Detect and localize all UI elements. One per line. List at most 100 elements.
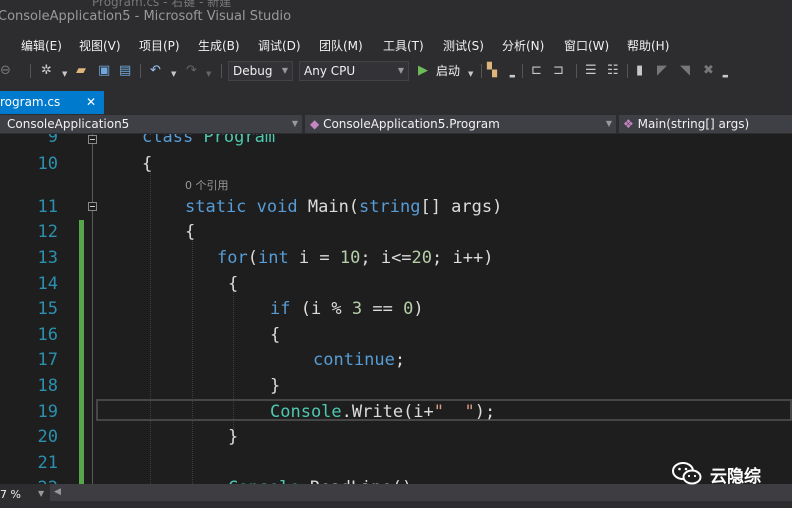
code-line[interactable]: for(int i = 10; i<=20; i++) (217, 248, 493, 268)
save-all-icon[interactable]: ▤ (119, 63, 131, 79)
zoom-level[interactable]: 7 % (0, 488, 21, 501)
code-line[interactable]: { (228, 274, 238, 294)
platform-value: Any CPU (304, 64, 356, 78)
start-dropdown-icon[interactable]: ▼ (468, 66, 473, 82)
line-number: 16 (37, 325, 58, 345)
codelens-references[interactable]: 0 个引用 (185, 177, 229, 193)
close-icon[interactable]: ✕ (86, 91, 96, 114)
step-icon[interactable]: ⊏ (531, 63, 542, 79)
code-line[interactable]: class Program (142, 134, 275, 147)
uncomment-icon[interactable]: ☷ (607, 63, 619, 79)
document-tab-row: rogram.cs ✕ (0, 86, 792, 116)
line-number: 20 (37, 427, 58, 447)
watermark: 云隐综 (672, 454, 761, 494)
menu-bar: 编辑(E) 视图(V) 项目(P) 生成(B) 调试(D) 团队(M) 工具(T… (0, 34, 792, 56)
member-dropdown[interactable]: ❖ Main(string[] args) (619, 115, 792, 133)
code-line[interactable]: if (i % 3 == 0) (270, 299, 424, 319)
play-icon[interactable]: ▶ (418, 63, 428, 79)
bookmark-icon[interactable]: ▮ (636, 63, 643, 79)
project-dropdown[interactable]: ConsoleApplication5 ▼ (0, 115, 302, 133)
toolbar-separator (576, 64, 577, 78)
start-button-label[interactable]: 启动 (436, 63, 460, 79)
class-label: ConsoleApplication5.Program (323, 117, 500, 131)
undo-icon[interactable]: ↶ (150, 63, 161, 79)
line-number: 12 (37, 222, 58, 242)
line-number: 15 (37, 299, 58, 319)
toolbar-overflow-icon[interactable]: ▬ (722, 68, 729, 84)
new-project-icon[interactable]: ✲ (41, 63, 52, 79)
collapse-icon[interactable] (88, 135, 97, 144)
new-project-dropdown-icon[interactable]: ▼ (62, 66, 67, 82)
redo-dropdown-icon[interactable]: ▼ (206, 66, 211, 82)
clear-bookmarks-icon[interactable]: ✖ (703, 63, 714, 79)
chevron-down-icon[interactable]: ▼ (38, 489, 44, 498)
toolbar-separator (221, 64, 222, 78)
redo-icon[interactable]: ↷ (186, 63, 197, 79)
navigation-bar: ConsoleApplication5 ▼ ◆ ConsoleApplicati… (0, 114, 792, 134)
code-line[interactable]: { (270, 325, 280, 345)
menu-debug[interactable]: 调试(D) (258, 37, 301, 54)
configuration-value: Debug (233, 64, 273, 78)
line-number: 21 (37, 453, 58, 473)
code-editor[interactable]: 9 10 11 12 13 14 15 16 17 18 19 20 21 22… (0, 134, 792, 484)
scroll-left-icon[interactable]: ◀ (54, 487, 61, 497)
configuration-select[interactable]: Debug ▼ (228, 61, 293, 81)
menu-help[interactable]: 帮助(H) (627, 37, 669, 54)
watermark-text: 云隐综 (710, 466, 761, 487)
find-icon[interactable]: ▚ (487, 63, 497, 79)
code-line[interactable]: static void Main(string[] args) (185, 197, 502, 217)
line-number: 11 (37, 197, 58, 217)
chevron-down-icon: ▼ (291, 119, 298, 128)
line-number: 13 (37, 248, 58, 268)
tab-program-cs[interactable]: rogram.cs ✕ (0, 91, 104, 114)
collapse-icon[interactable] (88, 202, 97, 211)
outline-line (92, 134, 93, 484)
platform-select[interactable]: Any CPU ▼ (299, 61, 409, 81)
code-line[interactable]: { (142, 154, 152, 174)
code-line[interactable]: { (185, 222, 195, 242)
toolbar-separator (522, 64, 523, 78)
menu-tools[interactable]: 工具(T) (383, 37, 424, 54)
undo-dropdown-icon[interactable]: ▼ (171, 66, 176, 82)
wechat-icon (672, 462, 702, 485)
code-line[interactable]: Console.Write(i+" "); (270, 402, 495, 422)
code-line[interactable]: continue; (313, 350, 405, 370)
toolbar: ⊖ ✲ ▼ ▰ ▣ ▤ ↶ ▼ ↷ ▼ Debug ▼ Any CPU ▼ ▶ … (0, 56, 792, 86)
line-number: 14 (37, 274, 58, 294)
class-icon: ◆ (310, 117, 320, 131)
window-title: ConsoleApplication5 - Microsoft Visual S… (0, 9, 292, 24)
line-number: 19 (37, 402, 58, 422)
line-number: 18 (37, 376, 58, 396)
method-icon: ❖ (623, 117, 634, 131)
code-line[interactable]: } (270, 376, 280, 396)
save-icon[interactable]: ▣ (98, 63, 110, 79)
menu-window[interactable]: 窗口(W) (564, 37, 609, 54)
next-bookmark-icon[interactable]: ◥ (680, 63, 690, 79)
menu-view[interactable]: 视图(V) (79, 37, 121, 54)
chevron-down-icon: ▼ (397, 66, 404, 75)
back-icon[interactable]: ⊖ (0, 63, 11, 79)
toolbar-separator (481, 64, 482, 78)
toolbar-separator (30, 64, 31, 78)
format-icon[interactable]: ⊐ (553, 63, 564, 79)
menu-test[interactable]: 测试(S) (443, 37, 484, 54)
menu-project[interactable]: 项目(P) (139, 37, 180, 54)
chevron-down-icon: ▼ (281, 66, 288, 75)
class-dropdown[interactable]: ◆ ConsoleApplication5.Program ▼ (305, 115, 616, 133)
menu-team[interactable]: 团队(M) (319, 37, 363, 54)
code-line[interactable]: } (228, 427, 238, 447)
comment-icon[interactable]: ☰ (585, 63, 597, 79)
title-bar: Program.cs - 右键 - 新建 ConsoleApplication5… (0, 0, 792, 34)
indent-guide (192, 238, 193, 484)
line-number: 17 (37, 350, 58, 370)
indent-guide (150, 170, 151, 484)
line-number: 9 (47, 134, 58, 147)
prev-bookmark-icon[interactable]: ◤ (657, 63, 667, 79)
menu-build[interactable]: 生成(B) (198, 37, 240, 54)
open-icon[interactable]: ▰ (76, 63, 86, 79)
toolbar-separator (140, 64, 141, 78)
menu-edit[interactable]: 编辑(E) (21, 37, 62, 54)
menu-analyze[interactable]: 分析(N) (502, 37, 544, 54)
find-dropdown-icon[interactable]: ▬ (509, 68, 516, 84)
tab-label: rogram.cs (0, 95, 61, 109)
